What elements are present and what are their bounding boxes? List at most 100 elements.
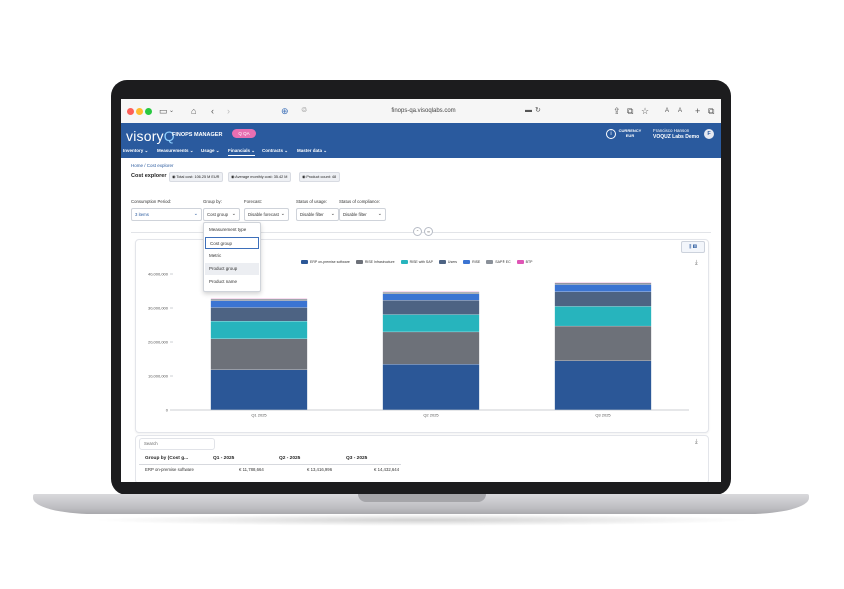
nav-financials[interactable]: Financials ⌄ — [228, 148, 256, 156]
table-header-divider — [139, 464, 401, 465]
group-by-dropdown: Measurement type Cost group Metric Produ… — [203, 222, 261, 292]
legend-item[interactable]: RISE — [463, 260, 480, 264]
app-logo[interactable]: visoryQ — [126, 128, 175, 144]
option-cost-group[interactable]: Cost group — [205, 237, 259, 249]
column-header-q2[interactable]: Q2 - 2025 — [279, 456, 300, 461]
average-cost-badge: ◉ Average monthly cost: 35.42 M — [228, 172, 292, 182]
bar-segment — [554, 306, 652, 326]
forward-icon[interactable]: › — [227, 105, 230, 117]
app-header: visoryQ FINOPS MANAGER Q QA i CURRENCY E… — [121, 123, 721, 158]
legend-swatch — [355, 260, 363, 264]
y-tick-label: 30,000,000 — [148, 306, 169, 311]
link-icon[interactable]: ∞ — [424, 227, 433, 236]
legend-swatch — [438, 260, 446, 264]
filter-label-group-by: Group by: — [203, 199, 222, 204]
globe-icon[interactable]: ⊕ — [281, 105, 289, 117]
row-q1-value: € 11,788,664 — [239, 467, 264, 472]
minimize-window-dot[interactable] — [136, 108, 143, 115]
status-of-usage-select[interactable]: Disable filter ⌄ — [296, 208, 339, 221]
option-measurement-type[interactable]: Measurement type — [205, 224, 259, 236]
bar-segment — [210, 307, 308, 321]
nav-contracts[interactable]: Contracts ⌄ — [262, 148, 288, 154]
user-org: VOQUZ Labs Demo — [653, 134, 700, 140]
nav-master-data[interactable]: Master data ⌄ — [297, 148, 327, 154]
info-icon[interactable]: i — [606, 129, 616, 139]
legend-item[interactable]: BTP — [516, 260, 532, 264]
bar-segment — [210, 338, 308, 370]
user-info[interactable]: Francisco Hanson VOQUZ Labs Demo — [653, 128, 699, 140]
sidebar-icon[interactable]: ▭ — [159, 105, 168, 117]
text-larger-icon[interactable]: A — [678, 105, 682, 117]
column-header-group-by[interactable]: Group by (Cost g... — [145, 456, 188, 461]
chevron-down-icon[interactable]: ⌄ — [169, 105, 174, 117]
text-smaller-icon[interactable]: A — [665, 105, 669, 117]
row-q2-value: € 13,416,996 — [307, 467, 333, 472]
app-name: FINOPS MANAGER — [172, 132, 223, 138]
bar-segment — [554, 291, 652, 307]
group-by-select[interactable]: Cost group ⌄ — [203, 208, 240, 221]
search-input[interactable]: Search — [139, 438, 215, 450]
nav-measurements[interactable]: Measurements ⌄ — [157, 148, 194, 154]
y-tick-label: 0 — [166, 408, 169, 413]
legend-label: ERP on-premise software — [310, 260, 350, 264]
close-window-dot[interactable] — [127, 108, 134, 115]
legend-label: SAP® EC — [495, 260, 511, 264]
status-of-compliance-select[interactable]: Disable filter ⌄ — [339, 208, 386, 221]
legend-item[interactable]: SAP® EC — [486, 260, 511, 264]
forecast-select[interactable]: Disable forecast ⌄ — [244, 208, 289, 221]
star-icon[interactable]: ☆ — [641, 105, 649, 117]
tabs-overview-icon[interactable]: ⧉ — [708, 105, 714, 117]
environment-badge: Q QA — [232, 129, 256, 138]
option-product-group[interactable]: Product group — [205, 263, 259, 275]
filter-label-consumption-period: Consumption Period: — [131, 199, 172, 204]
currency-value: EUR — [625, 133, 635, 138]
screen: ▭ ⌄ ⌂ ‹ › ⊕ ♲ finops-qa.visoqlabs.com ▬ … — [121, 99, 721, 482]
address-bar[interactable]: finops-qa.visoqlabs.com — [301, 104, 546, 118]
bar-segment — [210, 321, 308, 339]
currency-selector[interactable]: CURRENCY EUR — [618, 128, 642, 138]
nav-usage[interactable]: Usage ⌄ — [201, 148, 220, 154]
back-icon[interactable]: ‹ — [211, 105, 214, 117]
filter-label-status-of-compliance: Status of compliance: — [339, 199, 381, 204]
reload-icon[interactable]: ↻ — [535, 105, 541, 117]
table-download-icon[interactable]: ⤓ — [695, 439, 698, 446]
option-metric[interactable]: Metric — [205, 250, 259, 262]
consumption-period-select[interactable]: 3 items ⌄ — [131, 208, 202, 221]
option-product-name[interactable]: Product name — [205, 276, 259, 288]
share-icon[interactable]: ⇪ — [613, 105, 621, 117]
breadcrumb[interactable]: Home / Cost explorer — [131, 163, 174, 168]
bar-segment — [382, 294, 480, 301]
laptop-shadow — [90, 514, 754, 526]
chart-download-icon[interactable]: ⤓ — [695, 260, 698, 267]
nav-inventory[interactable]: Inventory ⌄ — [123, 148, 148, 154]
chart-legend: ERP on-premise software RISE Infrastructu… — [301, 260, 538, 264]
legend-label: RISE — [472, 260, 481, 264]
column-header-q3[interactable]: Q3 - 2025 — [346, 456, 367, 461]
x-tick-label: Q2 2025 — [423, 413, 439, 418]
y-tick-label: 10,000,000 — [148, 374, 169, 379]
chart-type-toggle[interactable]: ⫼ ▥ — [681, 241, 705, 253]
bar-segment — [554, 283, 652, 285]
legend-item[interactable]: RISE with SAP — [400, 260, 433, 264]
reader-icon[interactable]: ▬ — [525, 105, 532, 117]
home-icon[interactable]: ⌂ — [191, 105, 196, 117]
filter-label-forecast: Forecast: — [244, 199, 262, 204]
collapse-filters-icon[interactable]: ⌃ — [413, 227, 422, 236]
bar-segment — [554, 326, 652, 361]
zoom-window-dot[interactable] — [145, 108, 152, 115]
legend-item[interactable]: Users — [438, 260, 458, 264]
main-nav: Inventory ⌄ Measurements ⌄ Usage ⌄ Finan… — [121, 145, 721, 158]
legend-item[interactable]: RISE Infrastructure — [355, 260, 395, 264]
total-cost-badge: ◉ Total cost: 106.25 M EUR — [169, 172, 224, 182]
column-header-q1[interactable]: Q1 - 2025 — [213, 456, 234, 461]
extension-icon[interactable]: ⧉ — [627, 105, 633, 117]
legend-swatch — [463, 260, 471, 264]
new-tab-icon[interactable]: + — [695, 105, 700, 117]
avatar[interactable]: F — [704, 129, 714, 139]
bar-segment — [382, 332, 480, 365]
bar-segment — [210, 369, 308, 410]
bar-segment — [210, 300, 308, 308]
legend-label: Users — [447, 260, 458, 264]
legend-item[interactable]: ERP on-premise software — [301, 260, 350, 264]
bar-segment — [210, 299, 308, 301]
